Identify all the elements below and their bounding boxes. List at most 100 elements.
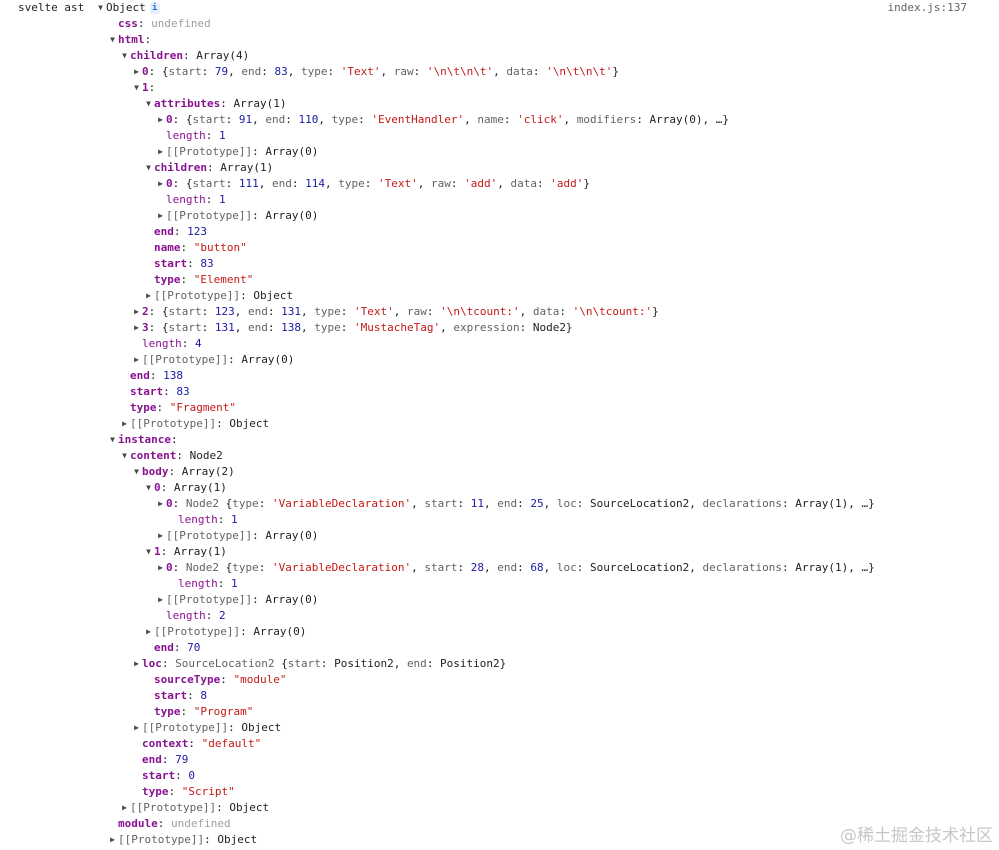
tree-node-expandable[interactable]: ▶ 2: {start: 123, end: 131, type: 'Text',… [131,304,659,320]
collapsed-triangle-icon[interactable]: ▶ [119,416,130,432]
token: : [205,609,219,622]
token: modifiers [576,113,637,126]
collapsed-triangle-icon[interactable]: ▶ [131,352,142,368]
collapsed-triangle-icon[interactable]: ▶ [155,528,166,544]
token: } [612,65,619,78]
tree-node-expandable[interactable]: ▼ attributes: Array(1) [143,96,286,112]
collapsed-triangle-icon[interactable]: ▶ [155,560,166,576]
source-link[interactable]: index.js:137 [888,0,967,16]
collapsed-triangle-icon[interactable]: ▶ [131,320,142,336]
collapsed-triangle-icon[interactable]: ▶ [143,624,154,640]
token: "Element" [193,273,254,286]
expanded-triangle-icon[interactable]: ▼ [131,80,142,96]
token: content [130,449,177,462]
expanded-triangle-icon[interactable]: ▼ [131,464,142,480]
tree-node-expandable[interactable]: ▼ 1: Array(1) [143,544,227,560]
collapsed-triangle-icon[interactable]: ▶ [107,832,118,848]
token: type [154,705,181,718]
tree-node-expandable[interactable]: ▶ [[Prototype]]: Array(0) [131,352,294,368]
collapsed-triangle-icon[interactable]: ▶ [155,592,166,608]
token: : Object [240,289,294,302]
token: : [201,65,215,78]
expanded-triangle-icon[interactable]: ▼ [119,48,130,64]
tree-node-expandable[interactable]: ▶ [[Prototype]]: Array(0) [155,144,318,160]
tree-node-expandable[interactable]: ▶ 0: Node2 {type: 'VariableDeclaration', … [155,560,875,576]
expanded-triangle-icon[interactable]: ▼ [107,32,118,48]
tree-node-expandable[interactable]: ▶ [[Prototype]]: Object [143,288,293,304]
token: start [168,305,202,318]
tree-property: type: "Program" [143,704,253,720]
collapsed-triangle-icon[interactable]: ▶ [143,288,154,304]
expanded-triangle-icon[interactable]: ▼ [119,448,130,464]
token: , [301,305,315,318]
token: : Array(0) [228,353,295,366]
tree-node-expandable[interactable]: ▶ [[Prototype]]: Object [119,800,269,816]
token: : [180,241,194,254]
token: , [325,177,339,190]
tree-node-expandable[interactable]: ▼ html: [107,32,151,48]
token: declarations [702,497,783,510]
token: : [220,673,234,686]
token: instance [118,433,171,446]
collapsed-triangle-icon[interactable]: ▶ [155,208,166,224]
tree-node-expandable[interactable]: ▼ content: Node2 [119,448,223,464]
token: name [477,113,504,126]
expanded-triangle-icon[interactable]: ▼ [143,544,154,560]
tree-node-expandable[interactable]: ▶ 0: {start: 91, end: 110, type: 'EventHa… [155,112,729,128]
collapsed-triangle-icon[interactable]: ▶ [131,64,142,80]
token: : [340,305,354,318]
token: , [519,305,533,318]
tree-node-expandable[interactable]: ▼ instance: [107,432,178,448]
token: module [118,817,158,830]
tree-node-expandable[interactable]: ▶ [[Prototype]]: Object [131,720,281,736]
tree-node-expandable[interactable]: ▶ [[Prototype]]: Object [119,416,269,432]
token: : Array(0), …} [636,113,730,126]
expanded-triangle-icon[interactable]: ▼ [107,432,118,448]
tree-property: end: 79 [131,752,188,768]
tree-node-expandable[interactable]: ▶ [[Prototype]]: Array(0) [155,208,318,224]
tree-node-expandable[interactable]: ▼ 0: Array(1) [143,480,227,496]
token: type [314,321,341,334]
tree-property: css: undefined [107,16,211,32]
info-icon[interactable]: i [149,2,160,14]
tree-node-expandable[interactable]: ▶ loc: SourceLocation2 {start: Position2,… [131,656,506,672]
token: : Array(0) [252,209,319,222]
token: : [413,65,427,78]
token: , [497,177,511,190]
expanded-triangle-icon[interactable]: ▼ [143,160,154,176]
tree-node-expandable[interactable]: ▶ [[Prototype]]: Object [107,832,257,848]
tree-node-expandable[interactable]: ▶ [[Prototype]]: Array(0) [155,592,318,608]
token: : Array(0) [252,529,319,542]
tree-node-expandable[interactable]: ▼ 1: [131,80,155,96]
token: { [219,497,233,510]
tree-node-expandable[interactable]: ▶ [[Prototype]]: Array(0) [143,624,306,640]
token: : [201,321,215,334]
tree-node-expandable[interactable]: ▼ body: Array(2) [131,464,235,480]
token: 25 [530,497,544,510]
token: data [510,177,538,190]
tree-node-expandable[interactable]: ▶ 0: {start: 79, end: 83, type: 'Text', r… [131,64,619,80]
collapsed-triangle-icon[interactable]: ▶ [155,176,166,192]
tree-node-expandable[interactable]: ▶ [[Prototype]]: Array(0) [155,528,318,544]
collapsed-triangle-icon[interactable]: ▶ [155,112,166,128]
expanded-triangle-icon[interactable]: ▼ [143,480,154,496]
tree-node-expandable[interactable]: ▼ children: Array(4) [119,48,249,64]
collapsed-triangle-icon[interactable]: ▶ [119,800,130,816]
expanded-triangle-icon[interactable]: ▼ [143,96,154,112]
collapsed-triangle-icon[interactable]: ▶ [131,304,142,320]
token: length [178,513,218,526]
token: body [142,465,169,478]
tree-node-expandable[interactable]: ▶ 0: Node2 {type: 'VariableDeclaration', … [155,496,875,512]
expanded-triangle-icon[interactable]: ▼ [95,0,106,16]
collapsed-triangle-icon[interactable]: ▶ [131,720,142,736]
collapsed-triangle-icon[interactable]: ▶ [155,496,166,512]
token: : [340,321,354,334]
tree-node-expandable[interactable]: ▶ 0: {start: 111, end: 114, type: 'Text',… [155,176,590,192]
collapsed-triangle-icon[interactable]: ▶ [131,656,142,672]
tree-node-expandable[interactable]: ▶ 3: {start: 131, end: 138, type: 'Mustac… [131,320,572,336]
tree-node-expandable[interactable]: ▼ children: Array(1) [143,160,273,176]
token: 83 [176,385,190,398]
tree-node-expandable[interactable]: ▼ Object i [95,0,160,16]
collapsed-triangle-icon[interactable]: ▶ [155,144,166,160]
token: length [166,609,206,622]
